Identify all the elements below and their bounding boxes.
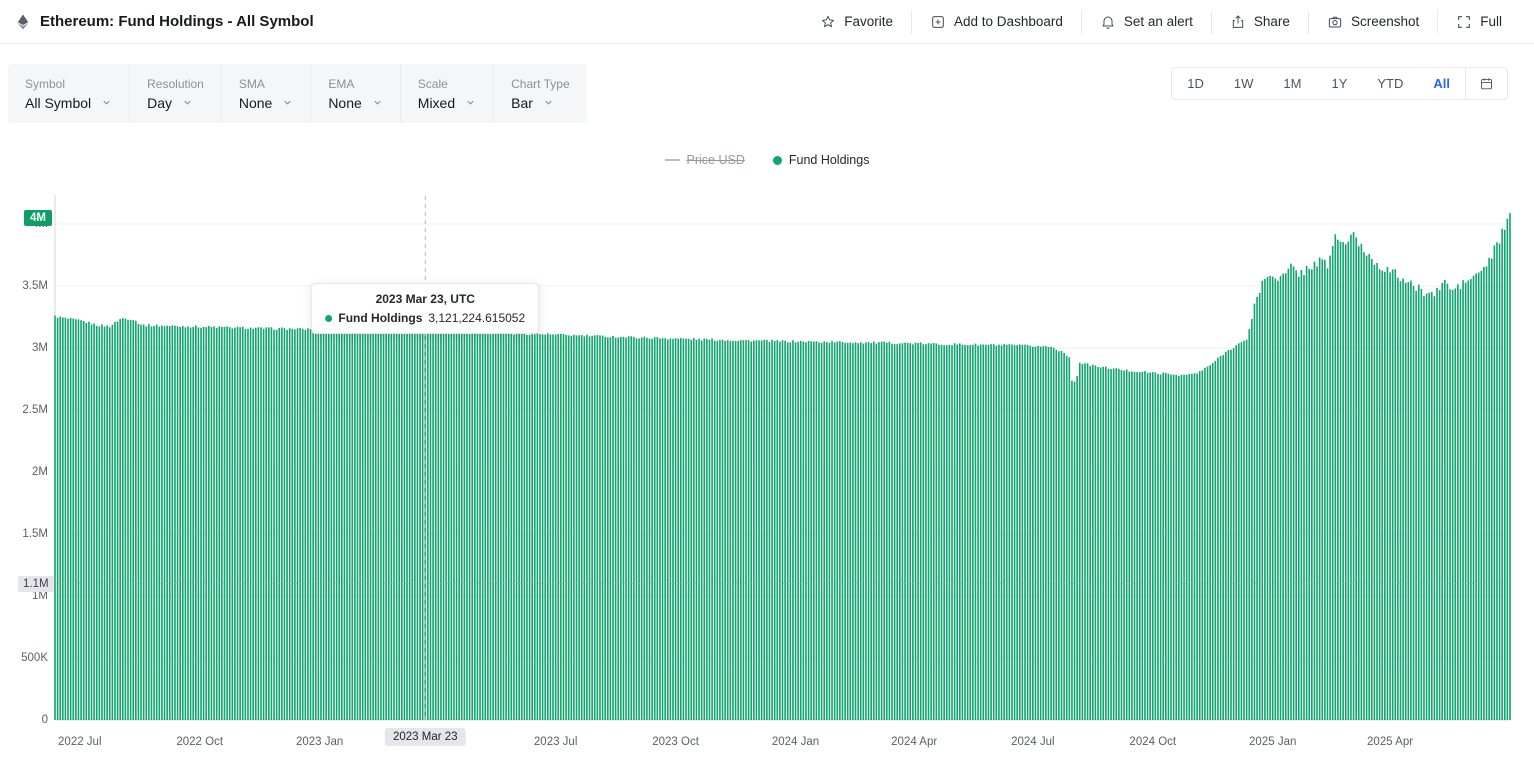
page-title: Ethereum: Fund Holdings - All Symbol bbox=[40, 13, 314, 30]
ethereum-icon bbox=[14, 13, 32, 31]
y-axis-tick: 2M bbox=[0, 466, 48, 478]
x-axis-tick: 2025 Apr bbox=[1367, 736, 1413, 748]
dot-marker-icon bbox=[773, 156, 782, 165]
dropdown-sma-label: SMA bbox=[239, 77, 293, 91]
tooltip-date: 2023 Mar 23, UTC bbox=[325, 292, 525, 306]
screenshot-button[interactable]: Screenshot bbox=[1308, 10, 1437, 34]
legend-label-fund-holdings: Fund Holdings bbox=[789, 153, 870, 167]
dropdown-chart-type-label: Chart Type bbox=[511, 77, 569, 91]
range-button-1d[interactable]: 1D bbox=[1172, 68, 1219, 99]
dropdown-sma[interactable]: SMA None bbox=[221, 64, 310, 123]
dropdown-chart-type-value: Bar bbox=[511, 95, 533, 111]
range-selector: 1D 1W 1M 1Y YTD All bbox=[1171, 67, 1508, 100]
fund-holdings-chart-canvas[interactable] bbox=[0, 190, 1534, 735]
x-axis-tick: 2025 Jan bbox=[1249, 736, 1296, 748]
dropdown-resolution[interactable]: Resolution Day bbox=[129, 64, 221, 123]
tooltip-value: 3,121,224.615052 bbox=[428, 311, 525, 325]
dropdown-resolution-label: Resolution bbox=[147, 77, 204, 91]
x-axis-tick: 2023 Jul bbox=[534, 736, 577, 748]
y-axis-tick: 500K bbox=[0, 652, 48, 664]
x-axis-tick: 2024 Oct bbox=[1129, 736, 1176, 748]
x-axis-tick: 2024 Jan bbox=[772, 736, 819, 748]
line-marker-icon bbox=[665, 159, 680, 161]
dropdown-scale-label: Scale bbox=[418, 77, 476, 91]
camera-icon bbox=[1327, 14, 1343, 30]
range-button-ytd[interactable]: YTD bbox=[1362, 68, 1418, 99]
x-axis-tick: 2024 Apr bbox=[891, 736, 937, 748]
price-level-badge: 1.1M bbox=[18, 576, 54, 592]
x-axis-tick: 2024 Jul bbox=[1011, 736, 1054, 748]
dropdown-ema[interactable]: EMA None bbox=[310, 64, 399, 123]
y-axis-tick: 1M bbox=[0, 590, 48, 602]
add-to-dashboard-button[interactable]: Add to Dashboard bbox=[911, 10, 1081, 34]
favorite-label: Favorite bbox=[844, 14, 893, 29]
x-axis-tick: 2023 Oct bbox=[652, 736, 699, 748]
dropdown-ema-value: None bbox=[328, 95, 361, 111]
bell-icon bbox=[1100, 14, 1116, 30]
fullscreen-icon bbox=[1456, 14, 1472, 30]
chevron-down-icon bbox=[182, 97, 193, 108]
tooltip-series-label: Fund Holdings bbox=[338, 311, 422, 325]
page-header: Ethereum: Fund Holdings - All Symbol Fav… bbox=[0, 0, 1534, 44]
dropdown-scale[interactable]: Scale Mixed bbox=[400, 64, 493, 123]
chevron-down-icon bbox=[372, 97, 383, 108]
x-axis-tick: 2022 Oct bbox=[176, 736, 223, 748]
dropdown-resolution-value: Day bbox=[147, 95, 172, 111]
dropdown-symbol-value: All Symbol bbox=[25, 95, 91, 111]
share-label: Share bbox=[1254, 14, 1290, 29]
star-icon bbox=[820, 14, 836, 30]
crosshair-date-badge: 2023 Mar 23 bbox=[385, 728, 466, 746]
chart-legend: Price USD Fund Holdings bbox=[0, 153, 1534, 167]
dropdown-scale-value: Mixed bbox=[418, 95, 455, 111]
range-button-all[interactable]: All bbox=[1418, 68, 1465, 99]
calendar-icon bbox=[1479, 76, 1494, 91]
legend-item-fund-holdings[interactable]: Fund Holdings bbox=[773, 153, 870, 167]
legend-label-price-usd: Price USD bbox=[687, 153, 745, 167]
add-to-dashboard-label: Add to Dashboard bbox=[954, 14, 1063, 29]
bars-series-fund-holdings bbox=[54, 213, 1511, 720]
last-value-badge: 4M bbox=[24, 210, 52, 226]
chevron-down-icon bbox=[282, 97, 293, 108]
dropdown-ema-label: EMA bbox=[328, 77, 382, 91]
chevron-down-icon bbox=[101, 97, 112, 108]
full-label: Full bbox=[1480, 14, 1502, 29]
y-axis-tick: 0 bbox=[0, 714, 48, 726]
chevron-down-icon bbox=[543, 97, 554, 108]
range-button-1y[interactable]: 1Y bbox=[1316, 68, 1362, 99]
screenshot-label: Screenshot bbox=[1351, 14, 1419, 29]
dropdown-sma-value: None bbox=[239, 95, 272, 111]
x-axis-tick: 2023 Jan bbox=[296, 736, 343, 748]
tooltip-series-dot-icon bbox=[325, 315, 332, 322]
dashboard-add-icon bbox=[930, 14, 946, 30]
x-axis-tick: 2022 Jul bbox=[58, 736, 101, 748]
range-button-1w[interactable]: 1W bbox=[1219, 68, 1269, 99]
y-axis-tick: 1.5M bbox=[0, 528, 48, 540]
chevron-down-icon bbox=[465, 97, 476, 108]
range-button-1m[interactable]: 1M bbox=[1268, 68, 1316, 99]
header-actions: Favorite Add to Dashboard Set an alert S… bbox=[802, 10, 1520, 34]
y-axis-tick: 3.5M bbox=[0, 280, 48, 292]
set-alert-label: Set an alert bbox=[1124, 14, 1193, 29]
legend-item-price-usd[interactable]: Price USD bbox=[665, 153, 745, 167]
share-button[interactable]: Share bbox=[1211, 10, 1308, 34]
set-alert-button[interactable]: Set an alert bbox=[1081, 10, 1211, 34]
favorite-button[interactable]: Favorite bbox=[802, 10, 911, 34]
dropdown-symbol-label: Symbol bbox=[25, 77, 112, 91]
dropdown-symbol[interactable]: Symbol All Symbol bbox=[8, 64, 129, 123]
dropdown-chart-type[interactable]: Chart Type Bar bbox=[493, 64, 586, 123]
y-axis-tick: 3M bbox=[0, 342, 48, 354]
chart-area: 4M 1.1M 2023 Mar 23 2023 Mar 23, UTC Fun… bbox=[0, 190, 1534, 757]
full-button[interactable]: Full bbox=[1437, 10, 1520, 34]
chart-tooltip: 2023 Mar 23, UTC Fund Holdings 3,121,224… bbox=[311, 283, 539, 334]
y-axis-tick: 2.5M bbox=[0, 404, 48, 416]
calendar-button[interactable] bbox=[1465, 68, 1507, 99]
chart-controls: Symbol All Symbol Resolution Day SMA Non… bbox=[8, 64, 587, 123]
share-icon bbox=[1230, 14, 1246, 30]
